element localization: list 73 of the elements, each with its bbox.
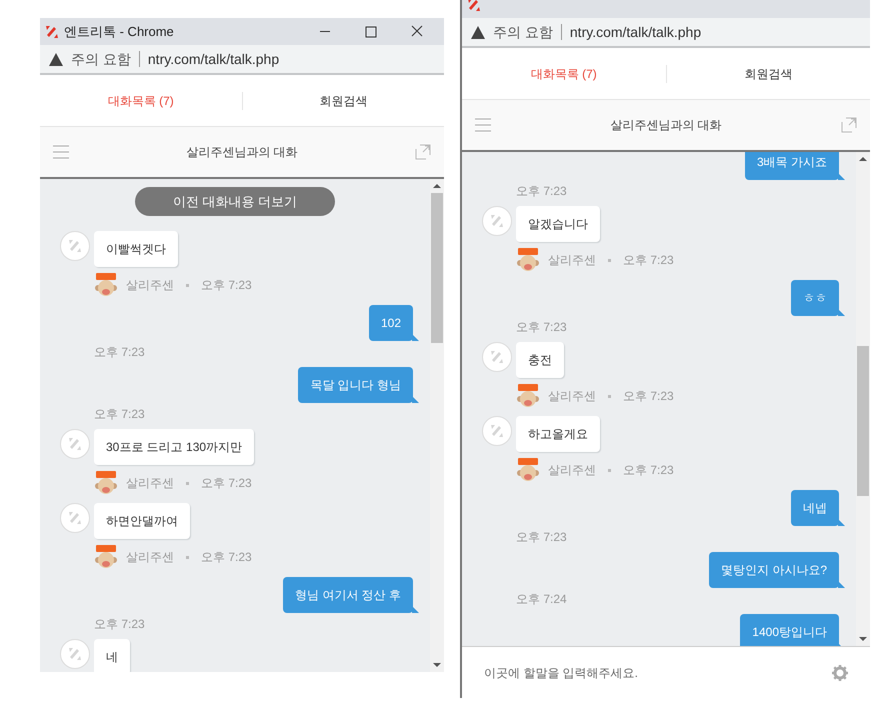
warning-icon [49, 52, 63, 66]
message-time: 오후 7:24 [515, 592, 568, 606]
logo-icon [489, 213, 505, 229]
tab[interactable]: 대화목록 (7) [530, 64, 597, 82]
security-warning: 주의 요함 [71, 50, 131, 68]
sender-name: 살리주센 [126, 277, 174, 294]
message-time: 오후 7:23 [93, 617, 146, 631]
window-title: 엔트리톡 - Chrome [64, 22, 175, 41]
message-time: 오후 7:23 [623, 462, 674, 479]
tab[interactable]: 대화목록 (7) [108, 92, 174, 110]
new-avatar-icon [94, 471, 118, 495]
message-time: 오후 7:23 [623, 252, 674, 269]
message-time: 오후 7:23 [515, 530, 568, 544]
tab[interactable]: 회원검색 [744, 64, 792, 82]
load-more-button[interactable]: 이전 대화내용 더보기 [135, 187, 335, 216]
logo-icon [489, 349, 505, 365]
received-message: 알겠습니다 [516, 206, 600, 242]
new-avatar-icon [516, 248, 540, 272]
logo-icon [67, 238, 83, 254]
received-message: 30프로 드리고 130까지만 [94, 429, 254, 465]
message-time: 오후 7:23 [201, 475, 252, 492]
settings-icon[interactable] [832, 664, 848, 680]
message-time: 오후 7:23 [515, 320, 568, 334]
new-avatar-icon [516, 384, 540, 408]
menu-icon[interactable] [53, 145, 69, 159]
logo-icon [44, 24, 60, 40]
received-message: 하면안댈까여 [94, 503, 190, 539]
received-message: 네 [94, 639, 130, 672]
message-time: 오후 7:23 [201, 277, 252, 294]
address-bar[interactable]: 주의 요함 ntry.com/talk/talk.php [462, 18, 870, 48]
bubble-tail [838, 519, 845, 526]
menu-icon[interactable] [475, 118, 491, 132]
sender-name: 살리주센 [126, 475, 174, 492]
received-message: 하고올게요 [516, 416, 600, 452]
bubble-tail [412, 334, 419, 341]
new-avatar-icon [94, 273, 118, 297]
logo-icon [67, 436, 83, 452]
bubble-tail [838, 309, 845, 316]
logo-icon [466, 0, 482, 12]
logo-icon [67, 646, 83, 662]
message-input[interactable]: 이곳에 할말을 입력해주세요. [484, 664, 832, 682]
scrollbar[interactable] [856, 152, 870, 646]
sender-name: 살리주센 [126, 549, 174, 566]
bubble-tail [838, 173, 845, 180]
logo-icon [67, 510, 83, 526]
chat-title: 살리주센님과의 대화 [185, 144, 299, 161]
sent-message: 1400탕입니다 [740, 614, 839, 646]
scrollbar[interactable] [430, 179, 444, 672]
tab[interactable]: 회원검색 [319, 92, 368, 110]
expand-icon[interactable] [841, 117, 857, 133]
received-message: 충전 [516, 342, 564, 378]
message-time: 오후 7:23 [515, 184, 568, 198]
sender-name: 살리주센 [548, 462, 596, 479]
expand-icon[interactable] [415, 144, 431, 160]
page-url: ntry.com/talk/talk.php [148, 50, 280, 69]
sender-name: 살리주센 [548, 388, 596, 405]
message-time: 오후 7:23 [93, 345, 146, 359]
message-time: 오후 7:23 [201, 549, 252, 566]
address-bar[interactable]: 주의 요함 ntry.com/talk/talk.php [40, 45, 444, 75]
message-time: 오후 7:23 [623, 388, 674, 405]
received-message: 이빨썩겟다 [94, 231, 178, 267]
new-avatar-icon [516, 458, 540, 482]
logo-icon [489, 423, 505, 439]
warning-icon [471, 26, 485, 38]
chat-title: 살리주센님과의 대화 [609, 117, 723, 134]
bubble-tail [412, 396, 419, 403]
security-warning: 주의 요함 [493, 22, 553, 42]
new-avatar-icon [94, 545, 118, 569]
bubble-tail [412, 606, 419, 613]
message-time: 오후 7:23 [93, 407, 146, 421]
page-url: ntry.com/talk/talk.php [570, 22, 702, 42]
sender-name: 살리주센 [548, 252, 596, 269]
bubble-tail [838, 581, 845, 588]
